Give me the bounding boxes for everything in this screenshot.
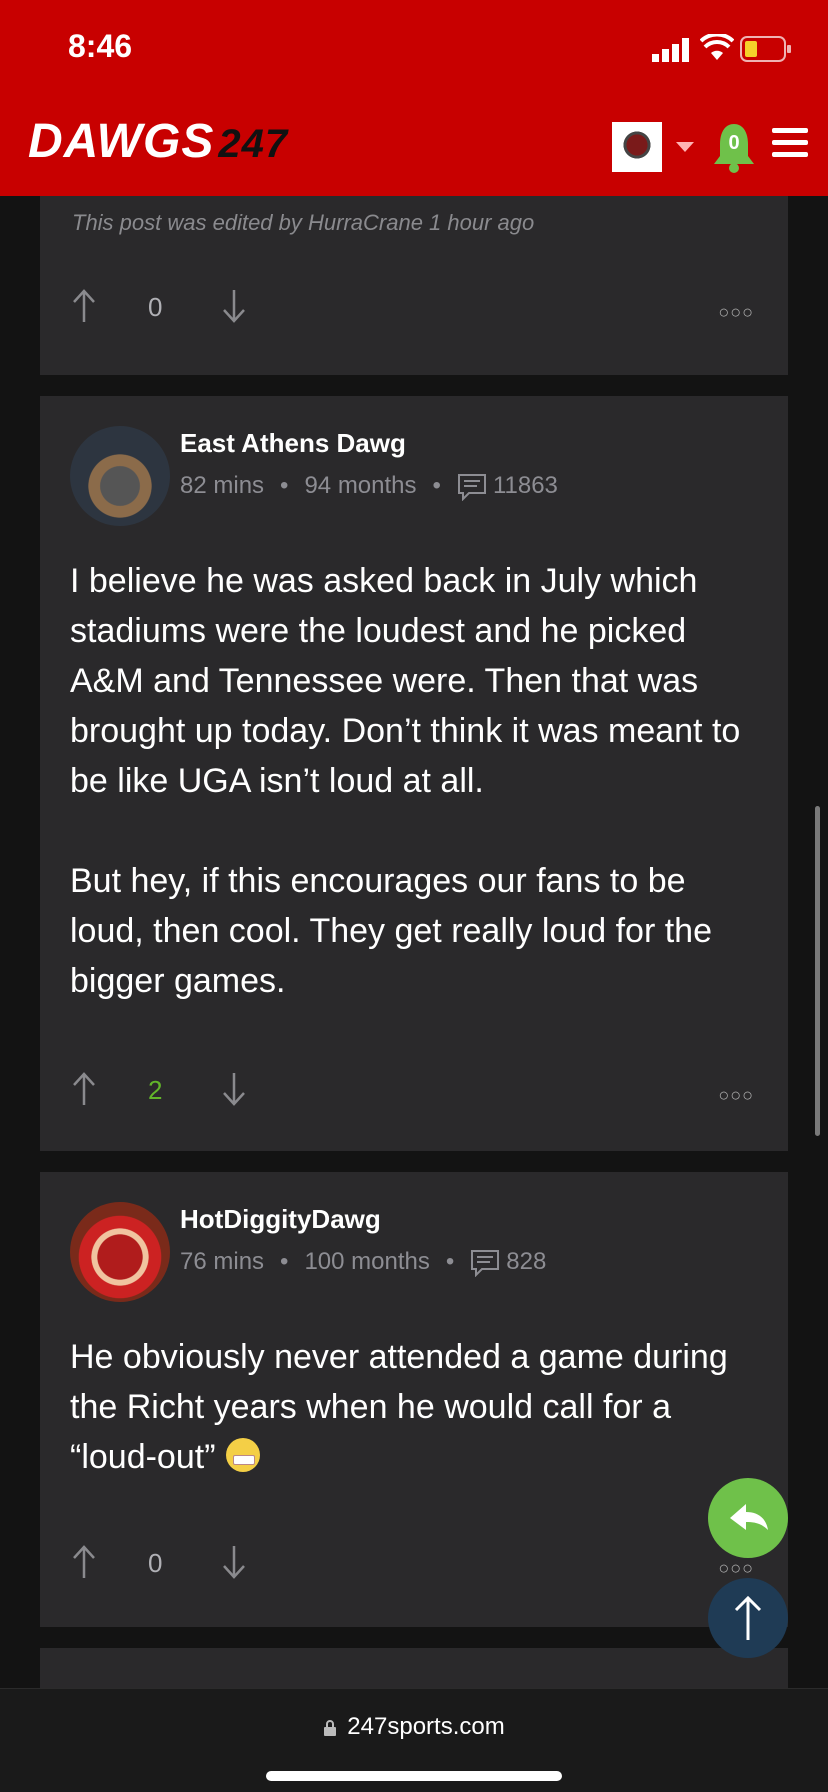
battery-icon bbox=[740, 36, 791, 62]
team-avatar[interactable] bbox=[612, 122, 662, 172]
grinning-emoji-icon bbox=[225, 1438, 260, 1472]
downvote-icon[interactable] bbox=[220, 1544, 248, 1580]
browser-toolbar: 247sports.com bbox=[0, 1688, 828, 1792]
scrollbar[interactable] bbox=[815, 806, 820, 1136]
vote-count: 2 bbox=[148, 1075, 163, 1105]
member-tenure: 100 months bbox=[304, 1248, 430, 1275]
more-options-icon[interactable]: ○○○ bbox=[718, 1085, 754, 1106]
member-tenure: 94 months bbox=[304, 472, 417, 499]
post-meta: 76 mins • 100 months • 828 bbox=[180, 1248, 547, 1277]
edited-note: This post was edited by HurraCrane 1 hou… bbox=[72, 210, 535, 235]
logo-number: 247 bbox=[218, 122, 289, 166]
avatar[interactable] bbox=[70, 426, 170, 526]
post-count: 828 bbox=[506, 1248, 547, 1275]
avatar[interactable] bbox=[70, 1202, 170, 1302]
post-body: I believe he was asked back in July whic… bbox=[70, 556, 760, 1006]
cellular-signal-icon bbox=[652, 38, 689, 62]
gamecock-logo-icon bbox=[617, 127, 657, 167]
post-paragraph: But hey, if this encourages our fans to … bbox=[70, 862, 712, 1000]
post-card bbox=[40, 1648, 788, 1688]
post-paragraph: I believe he was asked back in July whic… bbox=[70, 562, 741, 800]
vote-row: 0 ○○○ bbox=[40, 288, 788, 328]
address-bar[interactable]: 247sports.com bbox=[0, 1713, 828, 1741]
upvote-icon[interactable] bbox=[70, 1544, 98, 1580]
post-card: East Athens Dawg 82 mins • 94 months • 11863… bbox=[40, 396, 788, 1151]
post-time: 82 mins bbox=[180, 472, 265, 499]
logo-text: DAWGS bbox=[28, 115, 215, 168]
downvote-icon[interactable] bbox=[220, 288, 248, 324]
vote-count: 0 bbox=[148, 1548, 163, 1578]
username[interactable]: HotDiggityDawg bbox=[180, 1204, 381, 1235]
post-body: He obviously never attended a game durin… bbox=[70, 1332, 760, 1482]
more-options-icon[interactable]: ○○○ bbox=[718, 302, 754, 323]
post-card: HotDiggityDawg 76 mins • 100 months • 828 He… bbox=[40, 1172, 788, 1627]
notification-count: 0 bbox=[728, 132, 740, 154]
url-text: 247sports.com bbox=[347, 1713, 505, 1740]
upvote-icon[interactable] bbox=[70, 288, 98, 324]
arrow-up-icon bbox=[734, 1595, 762, 1640]
comment-icon bbox=[457, 473, 486, 501]
site-logo[interactable]: DAWGS 247 bbox=[28, 114, 288, 169]
lock-icon bbox=[324, 1719, 337, 1736]
post-count: 11863 bbox=[492, 472, 558, 499]
username[interactable]: East Athens Dawg bbox=[180, 428, 406, 459]
post-meta: 82 mins • 94 months • 11863 bbox=[180, 472, 558, 501]
upvote-icon[interactable] bbox=[70, 1071, 98, 1107]
post-time: 76 mins bbox=[180, 1248, 265, 1275]
reply-icon bbox=[730, 1504, 768, 1530]
status-time: 8:46 bbox=[68, 28, 133, 64]
wifi-icon bbox=[700, 34, 734, 60]
vote-row: 2 ○○○ bbox=[40, 1071, 788, 1111]
home-indicator[interactable] bbox=[266, 1771, 562, 1781]
reply-button[interactable] bbox=[708, 1478, 788, 1558]
post-paragraph: He obviously never attended a game durin… bbox=[70, 1338, 728, 1476]
downvote-icon[interactable] bbox=[220, 1071, 248, 1107]
comment-icon bbox=[471, 1249, 500, 1277]
chevron-down-icon[interactable] bbox=[676, 142, 694, 152]
more-options-icon[interactable]: ○○○ bbox=[718, 1558, 754, 1579]
hamburger-menu-icon[interactable] bbox=[772, 128, 808, 158]
vote-row: 0 ○○○ bbox=[40, 1544, 788, 1584]
vote-count: 0 bbox=[148, 292, 163, 322]
site-header: 8:46 DAWGS 247 0 bbox=[0, 0, 828, 196]
scroll-to-top-button[interactable] bbox=[708, 1578, 788, 1658]
